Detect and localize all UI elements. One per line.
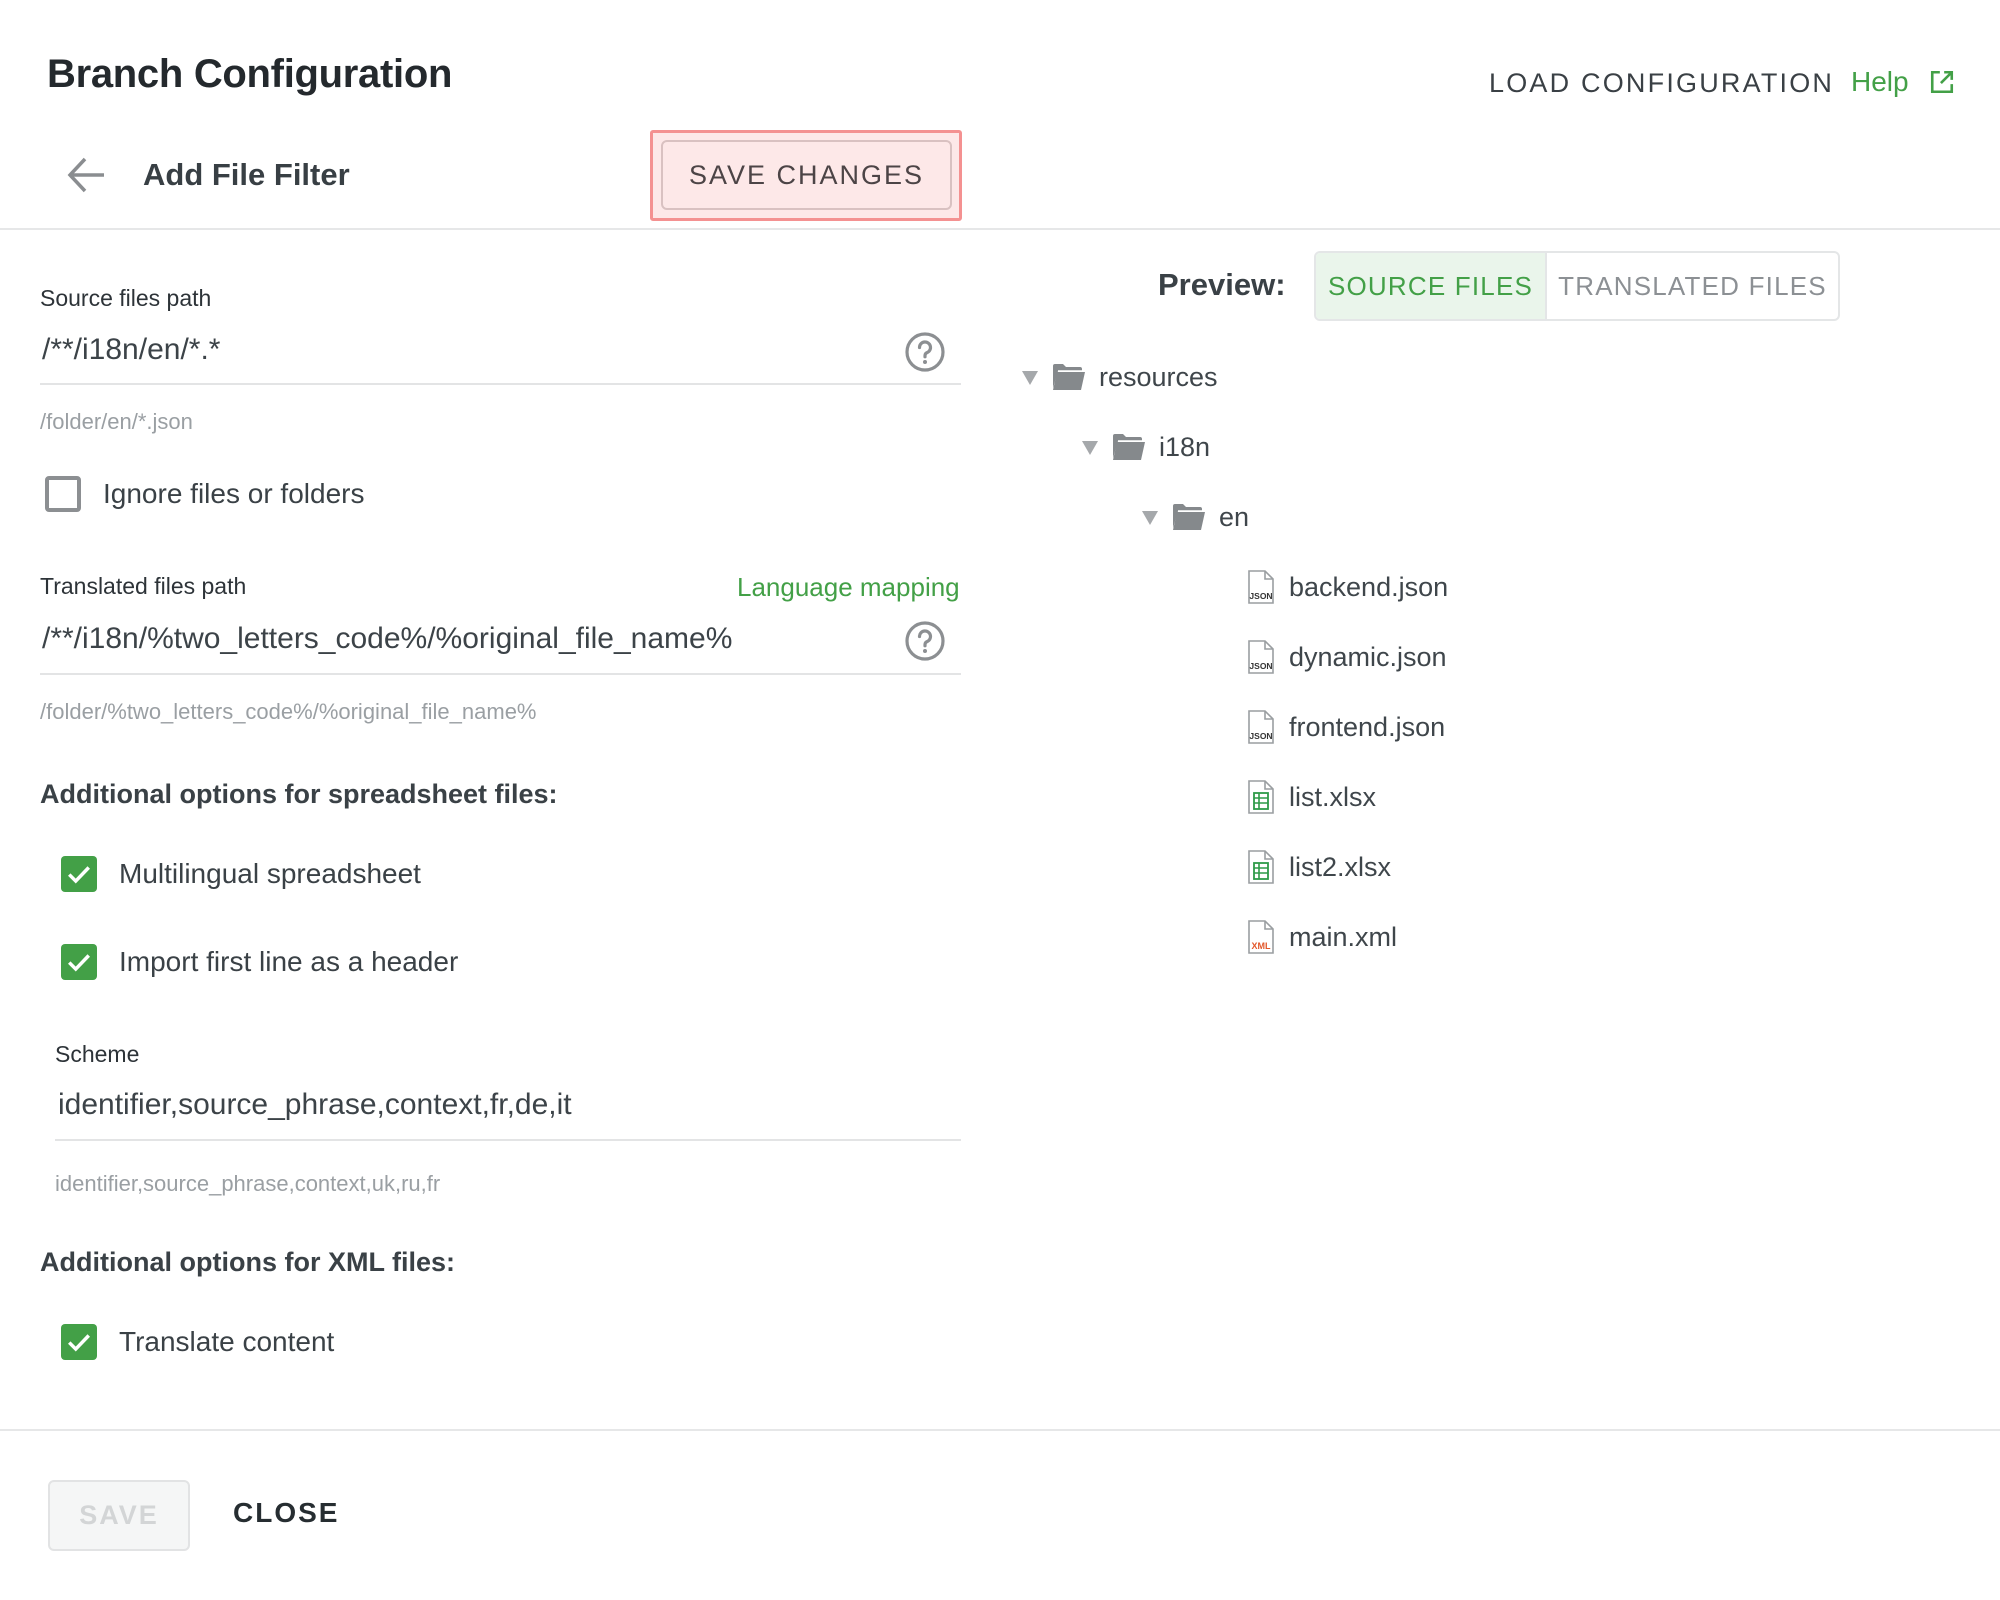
import-header-label: Import first line as a header <box>119 946 459 977</box>
svg-text:JSON: JSON <box>1249 661 1272 671</box>
load-configuration-button[interactable]: LOAD CONFIGURATION <box>1489 68 1834 99</box>
save-button[interactable]: SAVE <box>48 1480 190 1551</box>
tree-item-name: backend.json <box>1289 571 1449 602</box>
scheme-label: Scheme <box>55 1041 140 1067</box>
multilingual-spreadsheet-label: Multilingual spreadsheet <box>119 858 421 889</box>
json-file-icon: JSON <box>1248 710 1274 744</box>
tree-folder-resources[interactable]: resources <box>1020 357 1218 397</box>
question-circle-icon[interactable] <box>904 331 946 373</box>
arrow-left-icon[interactable] <box>66 156 106 194</box>
source-path-input[interactable] <box>42 330 892 370</box>
preview-tabs: SOURCE FILES TRANSLATED FILES <box>1314 251 1840 321</box>
caret-down-icon[interactable] <box>1020 367 1040 387</box>
checkmark-icon <box>68 1334 91 1352</box>
tree-item-name: en <box>1219 501 1250 532</box>
external-link-icon <box>1930 70 1953 94</box>
scheme-underline <box>55 1139 961 1141</box>
tree-item-name: resources <box>1099 361 1218 392</box>
source-path-underline <box>40 383 961 385</box>
help-label: Help <box>1851 66 1909 97</box>
tab-translated-files[interactable]: TRANSLATED FILES <box>1547 253 1838 319</box>
tree-item-name: list.xlsx <box>1289 781 1376 812</box>
import-header-checkbox[interactable] <box>61 944 97 980</box>
tree-item-name: i18n <box>1159 431 1211 462</box>
translate-content-label: Translate content <box>119 1326 335 1357</box>
translated-path-label: Translated files path <box>40 573 247 599</box>
tab-source-files[interactable]: SOURCE FILES <box>1316 253 1547 319</box>
source-path-label: Source files path <box>40 285 212 311</box>
scheme-input[interactable] <box>58 1085 958 1125</box>
spreadsheet-options-heading: Additional options for spreadsheet files… <box>40 779 558 809</box>
preview-label: Preview: <box>1158 267 1286 302</box>
tree-item-name: list2.xlsx <box>1289 851 1392 882</box>
help-link[interactable]: Help <box>1851 66 1955 98</box>
caret-down-icon[interactable] <box>1080 437 1100 457</box>
close-button[interactable]: CLOSE <box>233 1497 339 1529</box>
header-divider <box>0 228 2000 230</box>
tree-file-list2-xlsx[interactable]: list2.xlsx <box>1247 847 1391 887</box>
tree-folder-en[interactable]: en <box>1140 497 1249 537</box>
tree-item-name: dynamic.json <box>1289 641 1447 672</box>
translate-content-checkbox[interactable] <box>61 1324 97 1360</box>
footer-divider <box>0 1429 2000 1431</box>
folder-open-icon <box>1113 434 1145 460</box>
translated-path-underline <box>40 673 961 675</box>
json-file-icon: JSON <box>1248 640 1274 674</box>
tree-file-frontend-json[interactable]: JSON frontend.json <box>1247 707 1445 747</box>
multilingual-spreadsheet-checkbox[interactable] <box>61 856 97 892</box>
scheme-hint: identifier,source_phrase,context,uk,ru,f… <box>55 1171 441 1196</box>
spreadsheet-file-icon <box>1248 850 1274 884</box>
tree-folder-i18n[interactable]: i18n <box>1080 427 1210 467</box>
ignore-files-label: Ignore files or folders <box>103 478 365 509</box>
svg-text:JSON: JSON <box>1249 591 1272 601</box>
page-title: Branch Configuration <box>47 52 453 96</box>
tree-file-dynamic-json[interactable]: JSON dynamic.json <box>1247 637 1447 677</box>
tree-item-name: main.xml <box>1289 921 1398 952</box>
checkmark-icon <box>68 866 91 884</box>
json-file-icon: JSON <box>1248 570 1274 604</box>
tree-file-main-xml[interactable]: XML main.xml <box>1247 917 1397 957</box>
question-circle-icon[interactable] <box>904 620 946 662</box>
svg-text:XML: XML <box>1252 941 1272 951</box>
tree-item-name: frontend.json <box>1289 711 1446 742</box>
language-mapping-link[interactable]: Language mapping <box>737 572 960 603</box>
xml-options-heading: Additional options for XML files: <box>40 1247 455 1277</box>
ignore-files-checkbox[interactable] <box>45 476 81 512</box>
tree-file-list-xlsx[interactable]: list.xlsx <box>1247 777 1376 817</box>
translated-path-hint: /folder/%two_letters_code%/%original_fil… <box>40 699 537 724</box>
spreadsheet-file-icon <box>1248 780 1274 814</box>
translated-path-input[interactable] <box>42 619 892 659</box>
save-changes-button[interactable]: SAVE CHANGES <box>661 140 952 210</box>
checkmark-icon <box>68 954 91 972</box>
tree-file-backend-json[interactable]: JSON backend.json <box>1247 567 1448 607</box>
svg-text:JSON: JSON <box>1249 731 1272 741</box>
xml-file-icon: XML <box>1248 920 1274 954</box>
folder-open-icon <box>1173 504 1205 530</box>
caret-down-icon[interactable] <box>1140 507 1160 527</box>
folder-open-icon <box>1053 364 1085 390</box>
source-path-hint: /folder/en/*.json <box>40 409 193 434</box>
subheader-title: Add File Filter <box>143 157 350 192</box>
